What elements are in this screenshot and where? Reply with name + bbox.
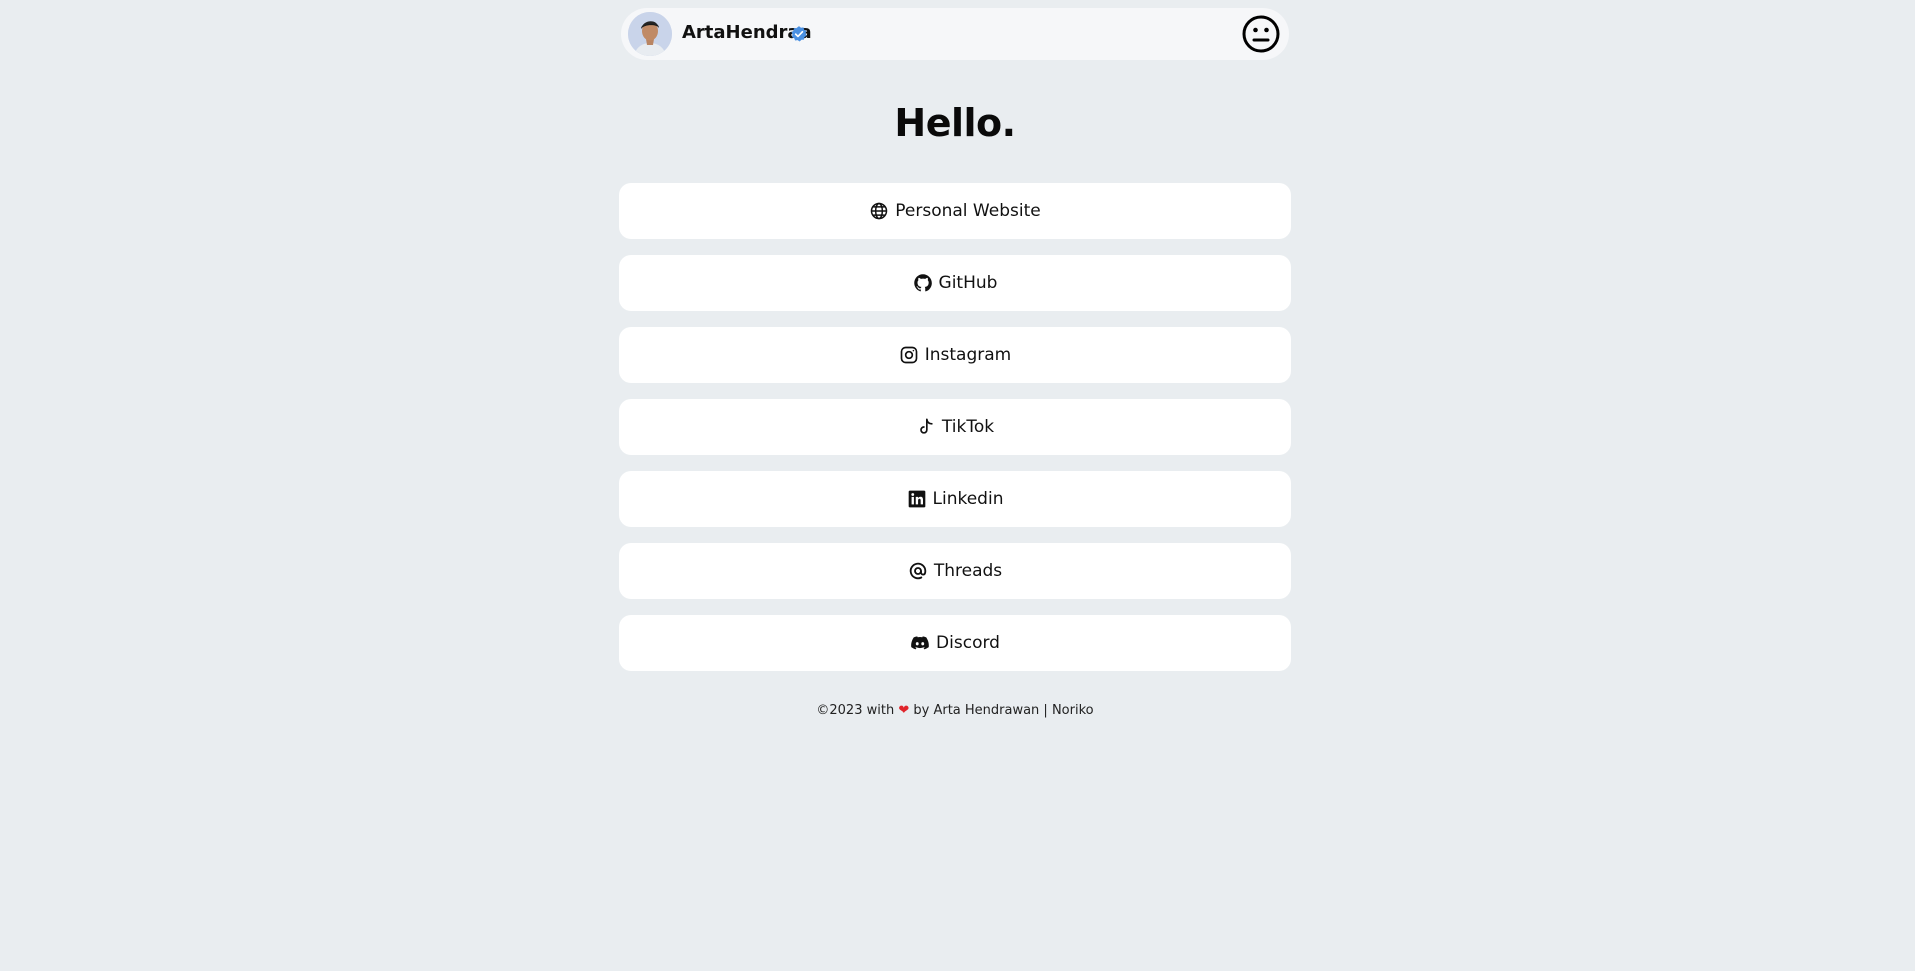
link-list: Personal Website GitHub Instagram TikTok… xyxy=(619,183,1291,687)
footer-prefix: ©2023 with xyxy=(816,703,895,718)
theme-toggle-button[interactable] xyxy=(1241,14,1281,54)
link-label: TikTok xyxy=(941,417,995,437)
link-linkedin[interactable]: Linkedin xyxy=(619,471,1291,527)
link-tiktok[interactable]: TikTok xyxy=(619,399,1291,455)
link-github[interactable]: GitHub xyxy=(619,255,1291,311)
heart-icon: ❤ xyxy=(898,703,910,718)
footer-suffix: by Arta Hendrawan | Noriko xyxy=(913,703,1094,718)
discord-icon xyxy=(910,633,930,653)
tiktok-icon xyxy=(916,417,936,437)
threads-icon xyxy=(908,561,928,581)
link-label: Discord xyxy=(936,633,1000,653)
link-threads[interactable]: Threads xyxy=(619,543,1291,599)
link-label: Threads xyxy=(933,561,1003,581)
globe-icon xyxy=(869,201,889,221)
avatar xyxy=(628,12,672,56)
linkedin-icon xyxy=(907,489,927,509)
link-personal-website[interactable]: Personal Website xyxy=(619,183,1291,239)
instagram-icon xyxy=(899,345,919,365)
footer: ©2023 with ❤ by Arta Hendrawan | Noriko xyxy=(619,702,1291,720)
neutral-face-icon xyxy=(1242,15,1280,53)
greeting-heading: Hello. xyxy=(894,101,1016,145)
link-discord[interactable]: Discord xyxy=(619,615,1291,671)
verified-badge-icon xyxy=(790,25,808,43)
link-instagram[interactable]: Instagram xyxy=(619,327,1291,383)
link-label: Instagram xyxy=(924,345,1012,365)
profile-header: ArtaHendraa xyxy=(621,8,1289,60)
link-label: Personal Website xyxy=(895,201,1041,221)
link-label: GitHub xyxy=(938,273,998,293)
github-icon xyxy=(913,273,933,293)
link-label: Linkedin xyxy=(932,489,1004,509)
